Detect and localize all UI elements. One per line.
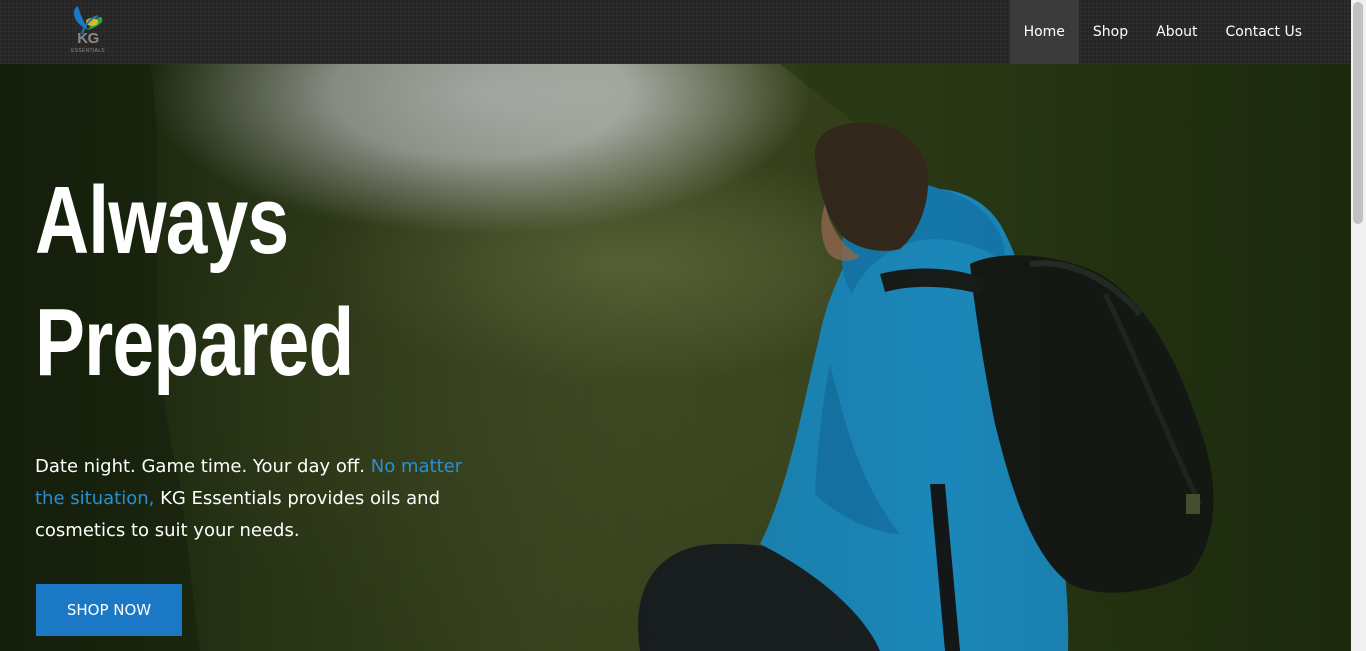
- nav-item-about[interactable]: About: [1142, 0, 1211, 64]
- page: KG ESSENTIALS Home Shop About Contact Us: [0, 0, 1366, 651]
- hero-description: Date night. Game time. Your day off. No …: [35, 451, 465, 547]
- nav-item-shop[interactable]: Shop: [1079, 0, 1142, 64]
- shop-now-button[interactable]: SHOP NOW: [36, 584, 182, 636]
- page-scrollbar[interactable]: [1351, 0, 1366, 651]
- nav-item-home[interactable]: Home: [1009, 0, 1079, 64]
- nav-menu: Home Shop About Contact Us: [1009, 0, 1316, 64]
- hero-section: Always Prepared Date night. Game time. Y…: [0, 64, 1351, 651]
- logo-text: KG: [77, 30, 99, 47]
- kg-essentials-logo[interactable]: KG ESSENTIALS: [64, 4, 112, 58]
- logo-subtext: ESSENTIALS: [71, 48, 105, 54]
- hero-text-part-1: Date night. Game time. Your day off.: [35, 456, 371, 477]
- hero-title-line-1: Always: [35, 167, 289, 274]
- scrollbar-thumb[interactable]: [1353, 2, 1363, 224]
- hero-title: Always Prepared: [35, 160, 354, 404]
- nav-item-contact-us[interactable]: Contact Us: [1212, 0, 1316, 64]
- hero-title-line-2: Prepared: [35, 289, 354, 396]
- navbar: KG ESSENTIALS Home Shop About Contact Us: [0, 0, 1351, 64]
